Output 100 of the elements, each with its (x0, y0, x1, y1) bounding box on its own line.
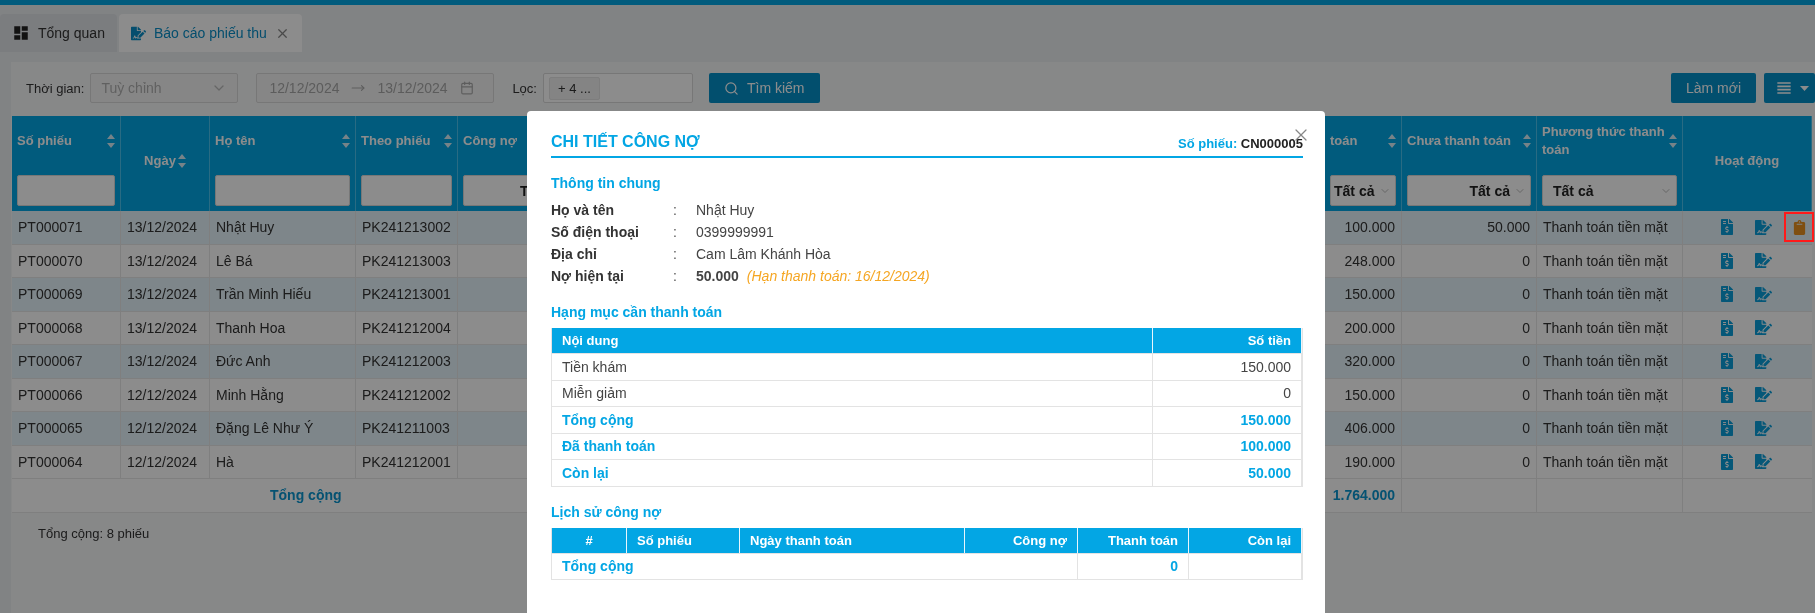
table-cell: Hà (210, 445, 356, 478)
table-cell: Đức Anh (210, 345, 356, 378)
section-heading: Thông tin chung (551, 175, 662, 191)
table-cell: 13/12/2024 (121, 211, 210, 244)
table-cell: PT000068 (12, 311, 121, 344)
table-cell: Thanh toán tiền mặt (1537, 378, 1683, 411)
total-value: 1.764.000 (1332, 487, 1395, 504)
table-cell: 12/12/2024 (121, 445, 210, 478)
table-cell: Thanh toán tiền mặt (1537, 412, 1683, 445)
table-cell: PK241212002 (356, 378, 458, 411)
due-date-note: (Hạn thanh toán: 16/12/2024) (746, 268, 930, 284)
table-cell: Lê Bá (210, 244, 356, 277)
table-cell: PT000066 (12, 378, 121, 411)
table-cell: Minh Hằng (210, 378, 356, 411)
table-cell: Thanh toán tiền mặt (1537, 211, 1683, 244)
column-header: Số phiếu (17, 132, 72, 150)
total-label: Tổng cộng (270, 487, 342, 504)
column-header: Chưa thanh toán (1407, 132, 1512, 150)
document-code: Số phiếu: CN000005 (1178, 136, 1303, 151)
column-header: # (552, 527, 627, 553)
table-cell: Thanh toán tiền mặt (1537, 311, 1683, 344)
column-header: Còn lại (1189, 527, 1302, 553)
info-colon: : (673, 268, 678, 284)
table-cell: 13/12/2024 (121, 244, 210, 277)
table-cell: 0 (1402, 345, 1537, 378)
table-cell: 12/12/2024 (121, 378, 210, 411)
table-cell: PT000071 (12, 211, 121, 244)
info-label: Họ và tên (551, 202, 615, 218)
table-cell: Thanh toán tiền mặt (1537, 445, 1683, 478)
table-cell: Miễn giảm (552, 380, 1153, 406)
table-cell: Thanh Hoa (210, 311, 356, 344)
info-label: Địa chỉ (551, 246, 598, 262)
time-label: Thời gian: (26, 80, 85, 96)
table-cell: Thanh toán tiền mặt (1537, 345, 1683, 378)
table-cell: 100.000 (1153, 433, 1302, 459)
info-value: 50.000 (696, 268, 739, 284)
column-header: Ngày thanh toán (740, 527, 965, 553)
dialog-title: CHI TIẾT CÔNG NỢ (551, 133, 700, 151)
table-cell: PK241212003 (356, 345, 458, 378)
table-cell: Tổng cộng (552, 553, 1078, 579)
table-cell: 13/12/2024 (121, 278, 210, 311)
table-cell: PT000065 (12, 412, 121, 445)
column-header: Ngày (144, 152, 176, 170)
table-cell: PK241212001 (356, 445, 458, 478)
info-colon: : (673, 202, 678, 218)
table-cell: Tổng cộng (552, 407, 1153, 433)
column-header: Số tiền (1153, 328, 1302, 353)
table-cell: 0 (1402, 244, 1537, 277)
info-value: Nhật Huy (696, 202, 755, 218)
table-cell: 12/12/2024 (121, 412, 210, 445)
table-cell: PT000070 (12, 244, 121, 277)
table-cell: 0 (1078, 553, 1189, 579)
table-cell: 0 (1402, 445, 1537, 478)
column-header: Công nợ (463, 132, 517, 150)
column-header: Họ tên (215, 132, 256, 150)
table-cell: Đặng Lê Như Ý (210, 412, 356, 445)
table-cell: 50.000 (1402, 211, 1537, 244)
table-cell: PK241213003 (356, 244, 458, 277)
table-cell: 13/12/2024 (121, 311, 210, 344)
table-cell: PT000069 (12, 278, 121, 311)
info-colon: : (673, 224, 678, 240)
info-value: Cam Lâm Khánh Hòa (696, 246, 831, 262)
table-cell: 0 (1402, 412, 1537, 445)
table-cell: 0 (1402, 278, 1537, 311)
table-cell: Đã thanh toán (552, 433, 1153, 459)
filter-label: Lọc: (512, 80, 537, 96)
column-header: Theo phiếu (361, 132, 431, 150)
table-cell: PT000064 (12, 445, 121, 478)
table-cell: Còn lại (552, 460, 1153, 486)
table-cell: 50.000 (1153, 460, 1302, 486)
column-header: Phương thức thanh toán (1542, 123, 1666, 159)
info-value: 0399999991 (696, 224, 774, 240)
table-cell: 13/12/2024 (121, 345, 210, 378)
record-count: Tổng cộng: 8 phiếu (38, 525, 150, 541)
table-cell: 150.000 (1153, 354, 1302, 380)
table-cell: PK241212004 (356, 311, 458, 344)
table-cell: 0 (1402, 311, 1537, 344)
section-heading: Hạng mục cần thanh toán (551, 304, 724, 320)
column-header: Công nợ (965, 527, 1078, 553)
column-header: Hoạt động (1714, 152, 1780, 170)
info-label: Số điện thoại (551, 224, 640, 240)
table-cell: Nhật Huy (210, 211, 356, 244)
info-label: Nợ hiện tại (551, 268, 625, 284)
column-header: Thanh toán (1078, 527, 1189, 553)
table-cell: PK241213002 (356, 211, 458, 244)
table-cell: Thanh toán tiền mặt (1537, 278, 1683, 311)
section-heading: Lịch sử công nợ (551, 503, 663, 520)
table-cell: Tiền khám (552, 354, 1153, 380)
info-colon: : (673, 246, 678, 262)
table-cell: 0 (1402, 378, 1537, 411)
table-cell: 0 (1153, 380, 1302, 406)
column-header: Nội dung (552, 328, 1153, 353)
column-header: toán (1330, 132, 1358, 150)
table-cell: Thanh toán tiền mặt (1537, 244, 1683, 277)
table-cell: PT000067 (12, 345, 121, 378)
table-cell: 150.000 (1153, 407, 1302, 433)
table-cell: PK241211003 (356, 412, 458, 445)
column-header: Số phiếu (627, 527, 740, 553)
table-cell: Trần Minh Hiếu (210, 278, 356, 311)
table-cell: PK241213001 (356, 278, 458, 311)
